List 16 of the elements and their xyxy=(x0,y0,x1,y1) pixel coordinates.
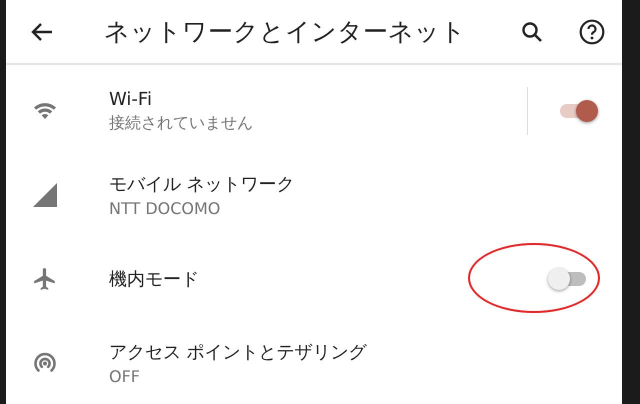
toggle-switch[interactable] xyxy=(558,99,598,123)
search-icon xyxy=(521,20,543,42)
item-title: Wi-Fi xyxy=(109,88,153,110)
item-summary: NTT DOCOMO xyxy=(109,199,222,218)
item-title: 機内モード xyxy=(109,268,200,291)
item-title: モバイル ネットワーク xyxy=(109,173,296,196)
toggle-switch[interactable] xyxy=(548,267,588,291)
item-summary: 接続されていません xyxy=(109,112,254,134)
wifi-icon xyxy=(32,101,56,121)
help-icon xyxy=(579,18,605,44)
page-title: ネットワークとインターネット xyxy=(104,16,467,48)
item-summary: OFF xyxy=(109,367,141,386)
signal-icon xyxy=(32,182,58,208)
arrow-left-icon xyxy=(31,22,53,42)
airplane-icon xyxy=(32,266,58,292)
item-title: アクセス ポイントとテザリング xyxy=(109,341,368,364)
